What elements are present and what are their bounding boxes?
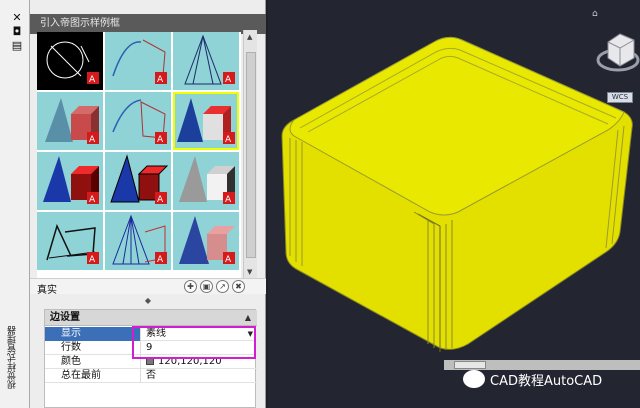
svg-text:A: A [225,195,232,205]
style-thumb-hidden-cone[interactable]: A [173,32,239,90]
viewcube-icon[interactable] [596,24,640,88]
palette-vertical-title: 视觉样式管理器 [8,326,18,389]
horizontal-scroll-thumb[interactable] [454,361,486,369]
style-thumb-shaded[interactable]: A [37,152,103,210]
annotation-highlight-box [132,326,256,359]
wechat-logo-icon [463,370,485,388]
property-value-always-on-top[interactable]: 否 [142,369,257,383]
svg-text:A: A [89,255,96,265]
svg-text:A: A [89,195,96,205]
viewport-horizontal-scrollbar[interactable] [444,360,640,370]
edge-settings-header[interactable]: 边设置 ▲ [45,310,257,326]
style-thumb-shaded-with-edges[interactable]: A [105,152,171,210]
apply-style-icon[interactable]: ▣ [200,280,213,293]
property-key-display: 显示 [45,327,141,341]
svg-text:A: A [225,255,232,265]
svg-text:A: A [89,75,96,85]
delete-style-icon[interactable]: ✖ [232,280,245,293]
property-key-color: 颜色 [45,355,141,369]
svg-text:A: A [89,135,96,145]
style-thumbnail-grid: A A A A A A A A A A A A [37,32,241,278]
style-thumb-sketchy[interactable]: A [37,212,103,270]
svg-text:A: A [157,75,164,85]
wcs-menu[interactable]: WCS [607,92,633,103]
style-thumb-shades-of-gray[interactable]: A [173,152,239,210]
scroll-down-icon[interactable]: ▼ [247,268,252,276]
watermark-text: CAD教程AutoCAD [490,374,603,389]
property-key-always-on-top: 总在最前 [45,369,141,383]
close-icon[interactable]: ✕ [10,12,24,24]
palette-side-strip: ✕ ◘ ▤ 视觉样式管理器 [0,0,30,408]
properties-menu-icon[interactable]: ▤ [10,40,24,52]
style-thumb-realistic-selected[interactable]: A [173,92,239,150]
collapse-icon[interactable]: ▲ [245,310,251,326]
svg-text:A: A [225,135,232,145]
svg-text:A: A [157,195,164,205]
style-thumb-x-ray[interactable]: A [173,212,239,270]
export-style-icon[interactable]: ↗ [216,280,229,293]
style-thumb-conceptual-lines[interactable]: A [105,32,171,90]
svg-text:A: A [157,255,164,265]
style-thumb-shaded-edges[interactable]: A [105,92,171,150]
style-thumb-wireframe[interactable]: A [105,212,171,270]
scrollbar-thumb[interactable] [246,52,256,258]
drawing-viewport[interactable]: ⌂ WCS [268,0,640,408]
property-key-line-count: 行数 [45,341,141,355]
palette-title: 引入帝图示样例框 [30,14,266,34]
style-thumb-2d-wireframe[interactable]: A [37,32,103,90]
svg-text:A: A [157,135,164,145]
panel-splitter-icon[interactable]: ◆ [30,294,266,308]
scroll-up-icon[interactable]: ▲ [247,33,252,41]
model-3d-box[interactable] [268,0,640,408]
home-view-icon[interactable]: ⌂ [592,9,598,19]
pin-icon[interactable]: ◘ [10,26,24,38]
edge-settings-title: 边设置 [50,312,80,323]
style-thumb-conceptual[interactable]: A [37,92,103,150]
thumbnail-scrollbar[interactable]: ▲ ▼ [243,30,257,282]
current-style-bar: 真实 ✚ ▣ ↗ ✖ [30,278,266,296]
property-row-always-on-top[interactable]: 总在最前 否 [45,369,257,383]
create-style-icon[interactable]: ✚ [184,280,197,293]
svg-text:A: A [225,75,232,85]
